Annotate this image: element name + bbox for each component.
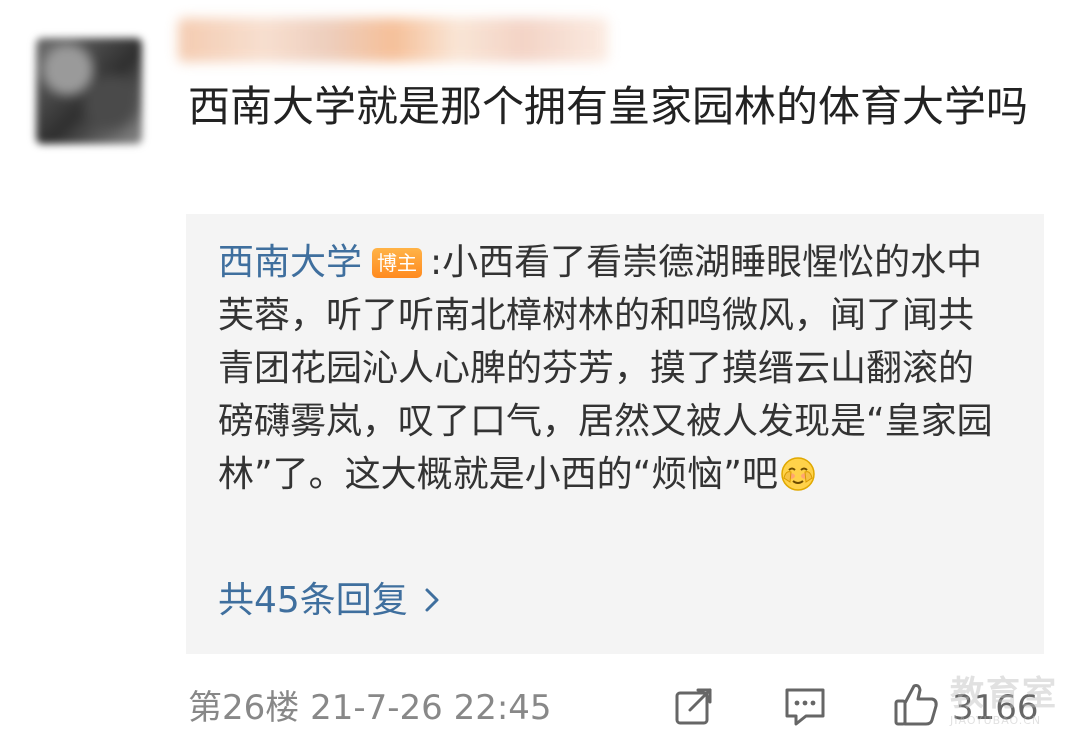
more-replies-label: 共45条回复: [218, 580, 408, 621]
blogger-badge: 博主: [372, 248, 423, 278]
avatar[interactable]: [36, 38, 142, 144]
share-icon[interactable]: [672, 684, 716, 732]
more-replies-link[interactable]: 共45条回复: [218, 576, 442, 629]
chevron-right-icon: [422, 579, 442, 629]
reply-box[interactable]: 西南大学 博主:小西看了看崇德湖睡眼惺忪的水中芙蓉，听了听南北樟树林的和鸣微风，闻…: [186, 214, 1044, 654]
like-count: 3166: [952, 688, 1039, 728]
reply-text-block: 西南大学 博主:小西看了看崇德湖睡眼惺忪的水中芙蓉，听了听南北樟树林的和鸣微风，闻…: [218, 236, 1008, 501]
shy-face-emoji-icon: [780, 454, 816, 491]
username-blurred[interactable]: [178, 18, 608, 62]
comment-icon[interactable]: [782, 684, 828, 732]
like-icon[interactable]: [892, 680, 942, 734]
reply-author[interactable]: 西南大学: [218, 242, 362, 283]
floor-timestamp: 第26楼 21-7-26 22:45: [188, 688, 552, 728]
comment-text: 西南大学就是那个拥有皇家园林的体育大学吗: [188, 82, 1029, 131]
